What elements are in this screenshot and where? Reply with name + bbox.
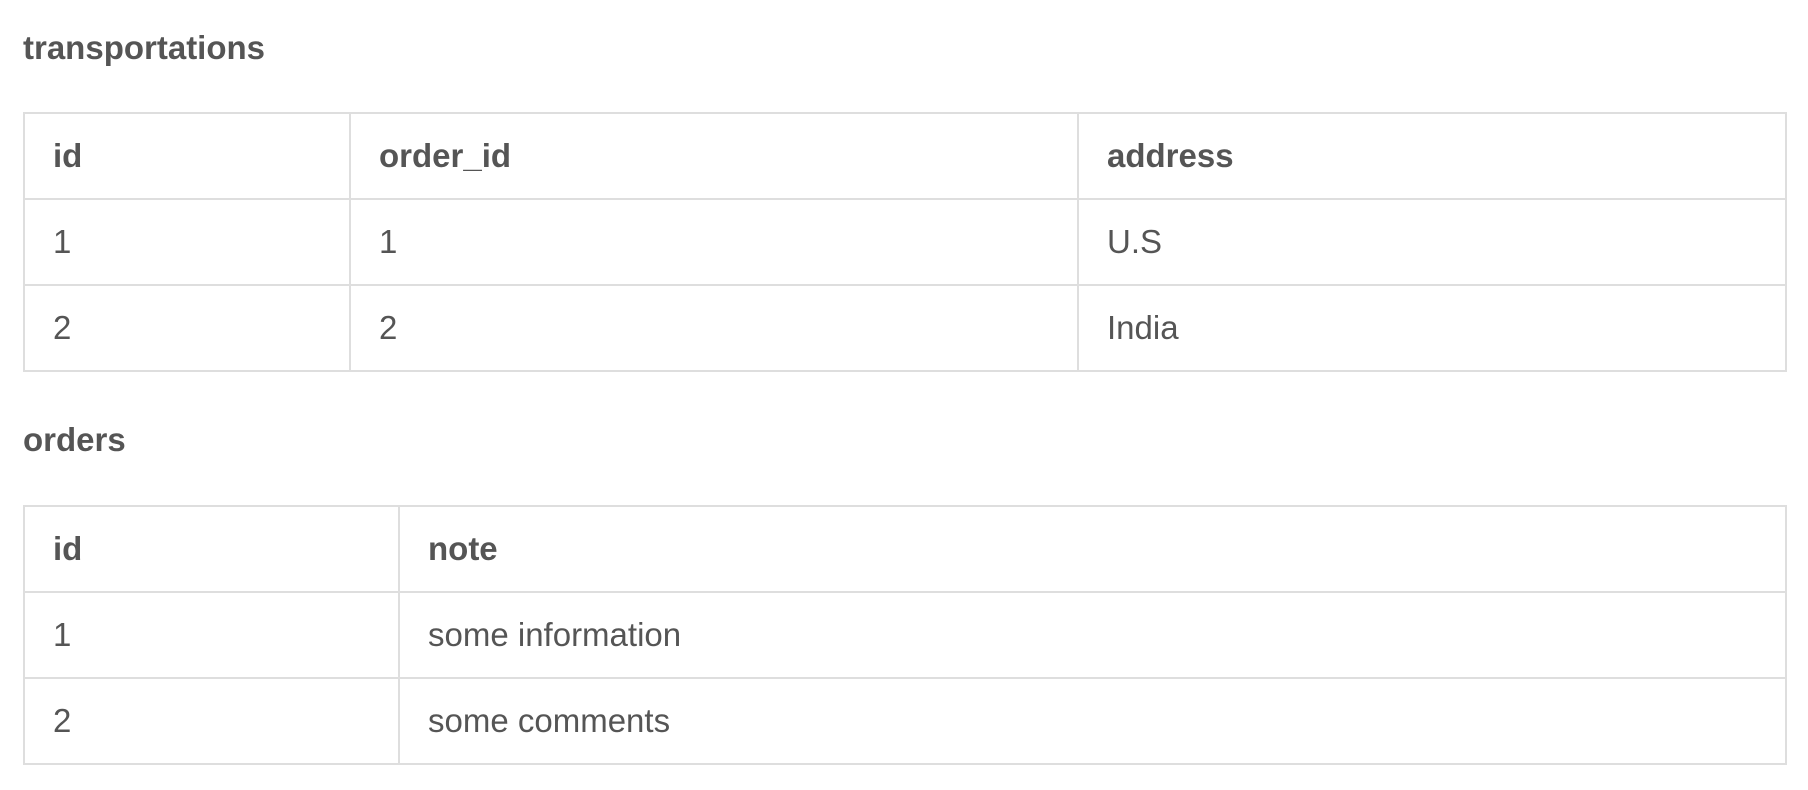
orders-title: orders	[23, 421, 126, 458]
cell-address: India	[1077, 284, 1787, 372]
cell-note: some comments	[398, 677, 1787, 765]
column-header-id: id	[23, 505, 400, 593]
column-header-note: note	[398, 505, 1787, 593]
transportations-title: transportations	[23, 29, 266, 66]
cell-id: 2	[23, 284, 351, 372]
table-row: 2 some comments	[23, 677, 1787, 765]
table-row: 1 1 U.S	[23, 198, 1787, 286]
cell-id: 1	[23, 198, 351, 286]
cell-note: some information	[398, 591, 1787, 679]
column-header-address: address	[1077, 112, 1787, 200]
cell-address: U.S	[1077, 198, 1787, 286]
table-header-row: id order_id address	[23, 112, 1787, 200]
cell-id: 2	[23, 677, 400, 765]
transportations-table: id order_id address 1 1 U.S 2 2 India	[23, 112, 1787, 372]
table-row: 2 2 India	[23, 284, 1787, 372]
column-header-order-id: order_id	[349, 112, 1079, 200]
cell-order-id: 1	[349, 198, 1079, 286]
table-header-row: id note	[23, 505, 1787, 593]
cell-order-id: 2	[349, 284, 1079, 372]
column-header-id: id	[23, 112, 351, 200]
page: transportations id order_id address 1 1 …	[0, 0, 1808, 790]
table-row: 1 some information	[23, 591, 1787, 679]
orders-table: id note 1 some information 2 some commen…	[23, 505, 1787, 765]
cell-id: 1	[23, 591, 400, 679]
